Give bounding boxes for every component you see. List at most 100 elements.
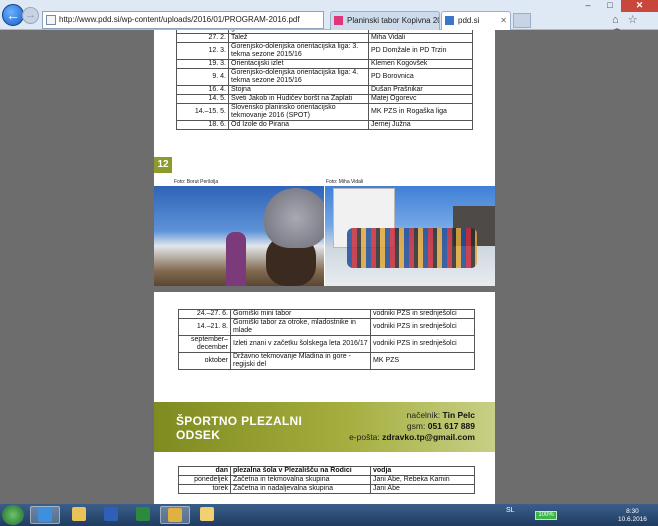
language-indicator[interactable]: SL	[506, 507, 515, 514]
new-tab-button[interactable]	[513, 13, 531, 28]
table-cell-org: Dušan Prašnikar	[368, 85, 473, 95]
table-cell-org: vodniki PZS in srednješolci	[370, 335, 475, 353]
address-bar[interactable]: http://www.pdd.si/wp-content/uploads/201…	[42, 11, 324, 29]
excel-taskbar-icon[interactable]	[128, 506, 158, 524]
table-cell-org: Klemen Kogovšek	[368, 59, 473, 69]
table-cell-date: 9. 4.	[176, 68, 229, 86]
minimize-button[interactable]: –	[577, 0, 599, 12]
table-cell-date: 14. 5.	[176, 94, 229, 104]
section-banner: ŠPORTNO PLEZALNI ODSEK načelnik: Tin Pel…	[154, 402, 495, 452]
table-cell-group: Začetna in nadaljevalna skupina	[230, 484, 371, 494]
table-row: 12. 3. Gorenjsko-dolenjska orientacijska …	[176, 42, 473, 60]
photo-caption: Foto: Miha Vidali	[326, 179, 364, 185]
table-cell-event: Stojna	[228, 85, 369, 95]
table-cell-event: Orientacijski izlet	[228, 59, 369, 69]
table-cell-event: Slovensko planinsko orientacijsko tekmov…	[228, 103, 369, 121]
contact-info: načelnik: Tin Pelc gsm: 051 617 889 e-po…	[349, 410, 475, 442]
table-cell-event: Izleti znani v začetku šolskega leta 201…	[230, 335, 371, 353]
table-cell-org: PD Borovnica	[368, 68, 473, 86]
schedule-table: 23. 1.goreMK PZS, PD Tržič in OŠ Tržič27…	[176, 30, 473, 130]
tab-label: Planinski tabor Kopivna 2016 ...	[347, 16, 439, 25]
table-cell-date: oktober	[178, 352, 231, 370]
page-icon	[46, 15, 56, 25]
table-row: 27. 2. Talež Miha Vidali	[176, 33, 473, 43]
pdf-viewer[interactable]: 23. 1.goreMK PZS, PD Tržič in OŠ Tržič27…	[0, 30, 658, 504]
table-cell-org: MK PZS in Rogaška liga	[368, 103, 473, 121]
table-cell-day: torek	[178, 484, 231, 494]
maximize-button[interactable]: □	[599, 0, 621, 12]
address-url: http://www.pdd.si/wp-content/uploads/201…	[59, 15, 300, 24]
table-cell-org: PD Domžale in PD Trzin	[368, 42, 473, 60]
table-row: ponedeljek Začetna in tekmovalna skupina J…	[178, 475, 475, 485]
battery-icon[interactable]: 100%	[535, 511, 557, 520]
table-cell-event: Sveti Jakob in Hudičev boršt na Zaplati	[228, 94, 369, 104]
table-cell-org: Miha Vidali	[368, 33, 473, 43]
table-header-row: dan plezalna šola v Plezališču na Rodici…	[178, 466, 475, 476]
start-button[interactable]	[2, 505, 24, 525]
forward-button[interactable]: →	[22, 7, 39, 24]
photo-group-at-hut	[325, 186, 495, 286]
table-cell-event: Gorenjsko-dolenjska orientacijska liga: …	[228, 68, 369, 86]
table-cell-date: 19. 3.	[176, 59, 229, 69]
table-cell-date: 24.–27. 6.	[178, 309, 231, 319]
table-cell-org: MK PZS, PD Tržič in OŠ Tržič	[368, 30, 473, 34]
table-cell-date: september–december	[178, 335, 231, 353]
tab-kopivna[interactable]: Planinski tabor Kopivna 2016 ...	[330, 11, 440, 30]
column-header: dan	[178, 466, 231, 476]
table-row: 14.–21. 8. Gorniški tabor za otroke, mlad…	[178, 318, 475, 336]
table-cell-date: 27. 2.	[176, 33, 229, 43]
table-row: 9. 4. Gorenjsko-dolenjska orientacijska l…	[176, 68, 473, 86]
table-cell-org: MK PZS	[370, 352, 475, 370]
photo-caption: Foto: Borut Peršolja	[174, 179, 219, 185]
close-window-button[interactable]: ✕	[621, 0, 658, 12]
table-cell-event: Od Izole do Pirana	[228, 120, 369, 130]
table-cell-date: 14.–21. 8.	[178, 318, 231, 336]
table-row: 18. 6. Od Izole do Pirana Jernej Južna	[176, 120, 473, 130]
back-button[interactable]: ←	[2, 4, 24, 26]
table-cell-event: Gorniški mini tabor	[230, 309, 371, 319]
explorer-taskbar-icon[interactable]	[64, 506, 94, 524]
table-cell-event: Talež	[228, 33, 369, 43]
browser-toolbar: ← → http://www.pdd.si/wp-content/uploads…	[0, 0, 658, 39]
table-cell-org: vodniki PZS in srednješolci	[370, 309, 475, 319]
table-cell-leader: Jani Abe	[370, 484, 475, 494]
pdf-page: 24.–27. 6. Gorniški mini tabor vodniki PZS…	[154, 292, 495, 504]
tab-pdd[interactable]: pdd.si ✕	[441, 11, 511, 30]
table-cell-date: 16. 4.	[176, 85, 229, 95]
table-cell-day: ponedeljek	[178, 475, 231, 485]
pdf-page: 23. 1.goreMK PZS, PD Tržič in OŠ Tržič27…	[154, 30, 495, 286]
ie-taskbar-icon[interactable]	[30, 506, 60, 524]
site-favicon-icon	[445, 16, 454, 25]
table-cell-org: Matej Ogorevc	[368, 94, 473, 104]
table-cell-date: 18. 6.	[176, 120, 229, 130]
table-cell-event: Gorniški tabor za otroke, mladostnike in…	[230, 318, 371, 336]
climbing-school-table: dan plezalna šola v Plezališču na Rodici…	[178, 466, 475, 494]
table-row: 16. 4. Stojna Dušan Prašnikar	[176, 85, 473, 95]
section-title: ŠPORTNO PLEZALNI ODSEK	[176, 414, 303, 442]
table-row: september–december Izleti znani v začetku…	[178, 335, 475, 353]
table-cell-event: Gorenjsko-dolenjska orientacijska liga: …	[228, 42, 369, 60]
clock[interactable]: 8:30 10.6.2016	[618, 508, 647, 523]
taskbar: SL 100% 8:30 10.6.2016	[0, 504, 658, 526]
schedule-table: 24.–27. 6. Gorniški mini tabor vodniki PZS…	[178, 309, 475, 370]
site-favicon-icon	[334, 16, 343, 25]
table-row: torek Začetna in nadaljevalna skupina Jani…	[178, 484, 475, 494]
word-taskbar-icon[interactable]	[96, 506, 126, 524]
folder-taskbar-icon[interactable]	[160, 506, 190, 524]
tab-label: pdd.si	[458, 16, 480, 25]
forward-arrow-icon: →	[25, 9, 36, 21]
close-tab-icon[interactable]: ✕	[500, 12, 507, 29]
table-cell-event: Državno tekmovanje Mladina in gore - reg…	[230, 352, 371, 370]
table-cell-org: vodniki PZS in srednješolci	[370, 318, 475, 336]
table-row: 24.–27. 6. Gorniški mini tabor vodniki PZS…	[178, 309, 475, 319]
back-arrow-icon: ←	[6, 7, 20, 23]
photo-mountain-hikers	[154, 186, 324, 286]
mail-taskbar-icon[interactable]	[192, 506, 222, 524]
table-cell-group: Začetna in tekmovalna skupina	[230, 475, 371, 485]
table-row: 14.–15. 5. Slovensko planinsko orientacij…	[176, 103, 473, 121]
table-cell-leader: Jani Abe, Rebeka Kamin	[370, 475, 475, 485]
table-cell-date: 12. 3.	[176, 42, 229, 60]
table-row: 14. 5. Sveti Jakob in Hudičev boršt na Za…	[176, 94, 473, 104]
column-header: plezalna šola v Plezališču na Rodici	[230, 466, 371, 476]
table-row: oktober Državno tekmovanje Mladina in gor…	[178, 352, 475, 370]
